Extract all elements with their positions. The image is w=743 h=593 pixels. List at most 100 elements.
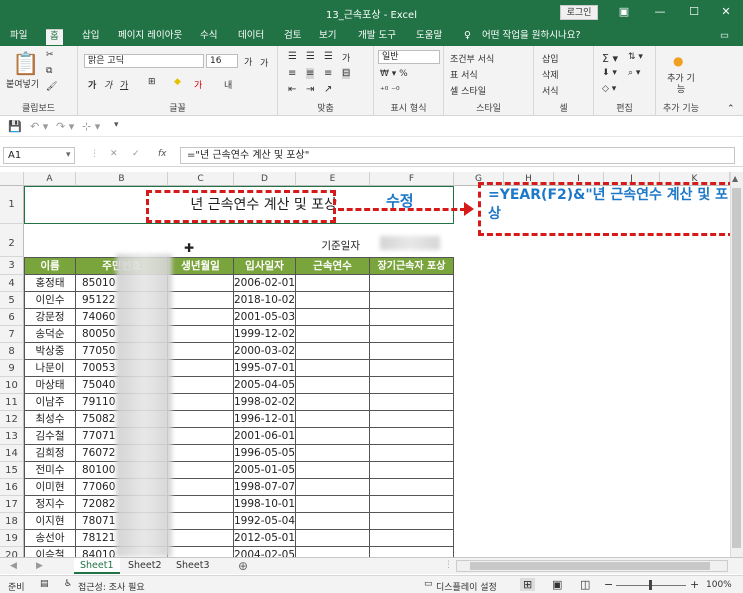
cell-join-date[interactable]: 2001-06-01: [234, 428, 296, 445]
page-layout-view-icon[interactable]: ▣: [552, 578, 562, 591]
cell-birth-date[interactable]: [168, 377, 234, 394]
format-button[interactable]: 서식: [542, 84, 559, 97]
cell-birth-date[interactable]: [168, 360, 234, 377]
cell-name[interactable]: 정지수: [24, 496, 76, 513]
cell-award[interactable]: [370, 292, 454, 309]
font-name-select[interactable]: 맑은 고딕: [84, 54, 204, 68]
cell-name[interactable]: 이지현: [24, 513, 76, 530]
cell-birth-date[interactable]: [168, 292, 234, 309]
cell-award[interactable]: [370, 275, 454, 292]
cell-join-date[interactable]: 1998-10-01: [234, 496, 296, 513]
row-header[interactable]: 14: [0, 445, 24, 462]
row-header[interactable]: 6: [0, 309, 24, 326]
cell-award[interactable]: [370, 360, 454, 377]
font-color-button[interactable]: 가: [194, 78, 202, 91]
cell-birth-date[interactable]: [168, 326, 234, 343]
cell-join-date[interactable]: 1998-07-07: [234, 479, 296, 496]
cell-award[interactable]: [370, 394, 454, 411]
align-top-icon[interactable]: ☰: [288, 51, 297, 62]
cell-award[interactable]: [370, 309, 454, 326]
sheet-tab-1[interactable]: Sheet1: [74, 558, 120, 574]
zoom-out-icon[interactable]: −: [604, 578, 613, 591]
display-settings[interactable]: 디스플레이 설정: [436, 580, 497, 593]
row-header-3[interactable]: 3: [0, 257, 24, 275]
indent-increase-icon[interactable]: ⇥: [306, 84, 314, 95]
column-header-b[interactable]: B: [76, 172, 168, 186]
row-header[interactable]: 15: [0, 462, 24, 479]
cut-icon[interactable]: ✂: [46, 50, 54, 60]
vertical-scroll-thumb[interactable]: [732, 188, 741, 548]
custom-icon[interactable]: ⊹ ▾: [82, 120, 100, 133]
cell-years[interactable]: [296, 428, 370, 445]
cell-join-date[interactable]: 1992-05-04: [234, 513, 296, 530]
fill-icon[interactable]: ⬇ ▾: [602, 68, 617, 78]
paste-button[interactable]: 붙여넣기: [6, 77, 39, 90]
display-icon[interactable]: ▭: [424, 579, 433, 589]
minimize-icon[interactable]: —: [650, 4, 670, 20]
align-left-icon[interactable]: ≡: [288, 68, 296, 79]
header-birth-date[interactable]: 생년월일: [168, 257, 234, 275]
column-header-c[interactable]: C: [168, 172, 234, 186]
orientation-icon[interactable]: ↗: [324, 84, 332, 95]
accessibility-icon[interactable]: ♿: [64, 579, 72, 589]
tab-data[interactable]: 데이터: [234, 29, 268, 45]
customize-qat-icon[interactable]: ▾: [114, 120, 119, 130]
cell-name[interactable]: 이남주: [24, 394, 76, 411]
macro-icon[interactable]: ▤: [40, 579, 49, 589]
cell-birth-date[interactable]: [168, 309, 234, 326]
row-header[interactable]: 20: [0, 547, 24, 557]
cell-join-date[interactable]: 2000-03-02: [234, 343, 296, 360]
cell-years[interactable]: [296, 394, 370, 411]
font-size-select[interactable]: 16: [206, 54, 238, 68]
row-header[interactable]: 11: [0, 394, 24, 411]
border-icon[interactable]: ⊞: [148, 77, 156, 87]
cell-years[interactable]: [296, 445, 370, 462]
ribbon-display-icon[interactable]: ▣: [614, 4, 634, 20]
bold-button[interactable]: 가: [88, 78, 96, 91]
find-icon[interactable]: ⌕ ▾: [628, 68, 640, 78]
cell-years[interactable]: [296, 479, 370, 496]
cell-birth-date[interactable]: [168, 547, 234, 557]
tab-file[interactable]: 파일: [6, 29, 31, 45]
comment-icon[interactable]: ▭: [716, 29, 733, 45]
reference-date-label[interactable]: 기준일자: [296, 224, 370, 257]
row-header[interactable]: 17: [0, 496, 24, 513]
cell-birth-date[interactable]: [168, 275, 234, 292]
font-grow-button[interactable]: 가: [244, 55, 252, 68]
addin-icon[interactable]: ●: [673, 54, 683, 68]
maximize-icon[interactable]: ☐: [684, 4, 704, 20]
cell-join-date[interactable]: 2018-10-02: [234, 292, 296, 309]
phonetic-button[interactable]: 내: [224, 78, 232, 91]
cell-award[interactable]: [370, 428, 454, 445]
cancel-icon[interactable]: ✕: [110, 149, 118, 159]
header-years[interactable]: 근속연수: [296, 257, 370, 275]
insert-button[interactable]: 삽입: [542, 52, 559, 65]
addin-button[interactable]: 추가 기능: [666, 74, 696, 96]
conditional-format-button[interactable]: 조건부 서식: [450, 52, 494, 65]
tab-review[interactable]: 검토: [280, 29, 305, 45]
cell-years[interactable]: [296, 377, 370, 394]
cell-years[interactable]: [296, 343, 370, 360]
cell-years[interactable]: [296, 547, 370, 557]
cell-years[interactable]: [296, 360, 370, 377]
row-header[interactable]: 8: [0, 343, 24, 360]
cell-join-date[interactable]: 2001-05-03: [234, 309, 296, 326]
cell-join-date[interactable]: 1996-05-05: [234, 445, 296, 462]
cell-name[interactable]: 나문이: [24, 360, 76, 377]
number-format-select[interactable]: 일반: [378, 50, 440, 64]
collapse-ribbon-icon[interactable]: ⌃: [727, 104, 735, 114]
format-painter-icon[interactable]: 🖌: [46, 82, 57, 92]
sheet-tab-3[interactable]: Sheet3: [170, 558, 216, 574]
merge-center-icon[interactable]: ⊟: [342, 68, 351, 79]
cell-years[interactable]: [296, 462, 370, 479]
cell-birth-date[interactable]: [168, 445, 234, 462]
cell-award[interactable]: [370, 343, 454, 360]
align-center-icon[interactable]: ≡: [306, 68, 315, 79]
undo-icon[interactable]: ↶ ▾: [30, 120, 48, 133]
align-bottom-icon[interactable]: ☰: [324, 51, 333, 62]
row-header[interactable]: 16: [0, 479, 24, 496]
cell-join-date[interactable]: 2005-01-05: [234, 462, 296, 479]
fill-color-icon[interactable]: ◆: [174, 77, 181, 87]
wrap-text-button[interactable]: 가: [342, 51, 350, 64]
cell-name[interactable]: 김수철: [24, 428, 76, 445]
